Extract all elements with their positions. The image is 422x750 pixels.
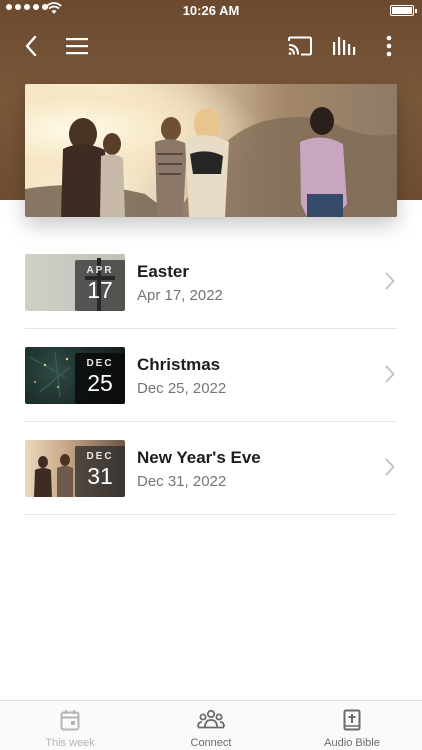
more-options-button[interactable] [373, 30, 405, 62]
date-badge: DEC 31 [75, 446, 125, 497]
chevron-right-icon [385, 458, 395, 476]
badge-month: APR [86, 265, 114, 276]
badge-month: DEC [86, 358, 114, 369]
list-item[interactable]: DEC 31 New Year's Eve Dec 31, 2022 [25, 422, 397, 515]
people-group-icon [197, 709, 225, 729]
bottom-tab-bar: This week Connect Audio Bible [0, 700, 422, 750]
event-date: Apr 17, 2022 [137, 287, 223, 304]
status-time: 10:26 AM [182, 3, 240, 18]
date-badge: APR 17 [75, 260, 125, 311]
list-item[interactable]: DEC 25 Christmas Dec 25, 2022 [25, 329, 397, 422]
tab-label: Connect [190, 737, 232, 749]
chevron-left-icon [25, 35, 37, 57]
badge-day: 31 [87, 463, 113, 489]
badge-month: DEC [86, 451, 114, 462]
tab-this-week[interactable]: This week [0, 701, 140, 750]
event-date: Dec 31, 2022 [137, 473, 227, 490]
bible-icon [343, 709, 361, 731]
list-item[interactable]: APR 17 Easter Apr 17, 2022 [25, 236, 397, 329]
tab-audio-bible[interactable]: Audio Bible [282, 701, 422, 750]
event-list: APR 17 Easter Apr 17, 2022 DEC 25 Christ… [25, 236, 397, 515]
event-thumbnail: DEC 31 [25, 440, 125, 497]
audio-bars-icon [333, 37, 356, 55]
badge-day: 25 [87, 370, 113, 396]
badge-day: 17 [87, 277, 113, 303]
event-title: Easter [137, 262, 189, 281]
audio-button[interactable] [328, 30, 360, 62]
menu-button[interactable] [61, 30, 93, 62]
tab-label: This week [45, 737, 95, 749]
top-navigation [0, 24, 422, 64]
tab-label: Audio Bible [324, 737, 380, 749]
event-title: New Year's Eve [137, 448, 261, 467]
cast-icon [288, 36, 312, 56]
battery-icon [390, 5, 417, 16]
more-vertical-icon [386, 35, 392, 57]
cast-button[interactable] [284, 30, 316, 62]
hero-image[interactable] [25, 84, 397, 217]
date-badge: DEC 25 [75, 353, 125, 404]
event-thumbnail: APR 17 [25, 254, 125, 311]
event-thumbnail: DEC 25 [25, 347, 125, 404]
calendar-icon [60, 710, 80, 731]
event-date: Dec 25, 2022 [137, 380, 227, 397]
tab-connect[interactable]: Connect [141, 701, 281, 750]
hero-photo [25, 84, 397, 217]
chevron-right-icon [385, 272, 395, 290]
back-button[interactable] [15, 30, 47, 62]
status-bar: 10:26 AM [0, 0, 422, 22]
chevron-right-icon [385, 365, 395, 383]
hamburger-menu-icon [66, 38, 88, 55]
event-title: Christmas [137, 355, 221, 374]
